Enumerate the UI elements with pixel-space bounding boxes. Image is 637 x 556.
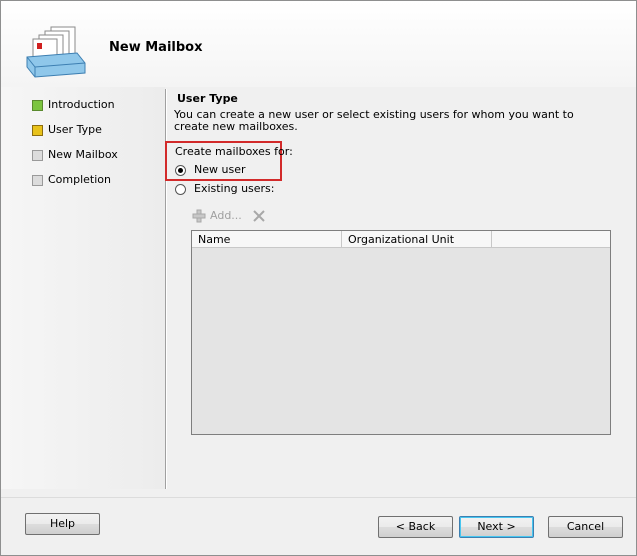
step-user-type: User Type: [32, 122, 102, 138]
wizard-window: New Mailbox Introduction User Type New M…: [0, 0, 637, 556]
wizard-steps: Introduction User Type New Mailbox Compl…: [1, 87, 165, 489]
back-button[interactable]: < Back: [378, 516, 453, 538]
radio-existing-users-label: Existing users:: [194, 182, 275, 195]
create-mailboxes-label: Create mailboxes for:: [175, 145, 293, 158]
step-completion: Completion: [32, 172, 111, 188]
remove-icon[interactable]: [252, 209, 266, 223]
column-name[interactable]: Name: [192, 231, 342, 247]
table-header: Name Organizational Unit: [192, 231, 610, 248]
step-pending-icon: [32, 149, 43, 161]
section-description: You can create a new user or select exis…: [174, 108, 574, 133]
column-organizational-unit[interactable]: Organizational Unit: [342, 231, 492, 247]
step-pending-icon: [32, 174, 43, 186]
next-button[interactable]: Next >: [459, 516, 534, 538]
step-introduction: Introduction: [32, 97, 115, 113]
existing-users-table[interactable]: Name Organizational Unit: [191, 230, 611, 435]
mailbox-icon: [26, 26, 86, 78]
radio-existing-users[interactable]: Existing users:: [175, 182, 275, 196]
radio-button-unselected[interactable]: [175, 183, 186, 195]
radio-new-user-label: New user: [194, 163, 246, 176]
column-empty[interactable]: [492, 231, 610, 247]
step-new-mailbox: New Mailbox: [32, 147, 118, 163]
cancel-button[interactable]: Cancel: [548, 516, 623, 538]
step-current-icon: [32, 124, 43, 136]
add-icon: [192, 209, 206, 223]
footer-separator: [1, 497, 636, 498]
wizard-header: New Mailbox: [1, 1, 636, 87]
add-button[interactable]: Add...: [210, 209, 242, 222]
section-title: User Type: [177, 92, 238, 105]
wizard-title: New Mailbox: [109, 40, 203, 55]
radio-button-selected[interactable]: [175, 164, 186, 176]
help-button[interactable]: Help: [25, 513, 100, 535]
step-done-icon: [32, 99, 43, 111]
radio-new-user[interactable]: New user: [175, 163, 245, 177]
